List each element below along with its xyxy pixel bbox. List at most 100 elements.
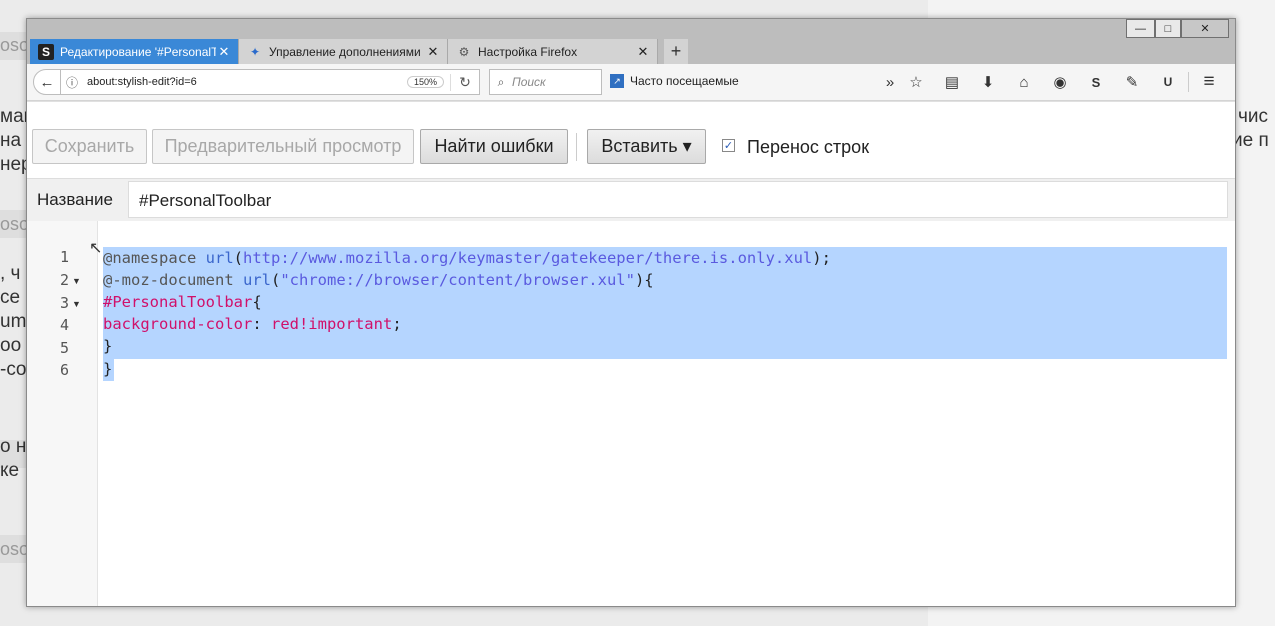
punctuation: } (103, 337, 113, 355)
preview-button[interactable]: Предварительный просмотр (152, 129, 414, 164)
maximize-button[interactable]: □ (1155, 19, 1181, 38)
selector-token: #PersonalToolbar (103, 293, 253, 311)
find-errors-button[interactable]: Найти ошибки (420, 129, 568, 164)
overflow-chevron-icon[interactable]: » (882, 74, 898, 91)
code-line-2[interactable]: @-moz-document url("chrome://browser/con… (103, 269, 654, 291)
background-text: -co (0, 359, 27, 380)
at-rule: @namespace (103, 249, 206, 267)
background-text: oso (0, 35, 30, 55)
url-bar[interactable]: ⓘ about:stylish-edit?id=6 150% ↻ (60, 69, 480, 95)
word-wrap-label[interactable]: Перенос строк (747, 137, 869, 158)
window-controls: — □ ✕ (1126, 19, 1234, 39)
background-text: , ч (0, 263, 21, 284)
code-line-3[interactable]: #PersonalToolbar{ (103, 291, 262, 313)
search-input[interactable]: ⌕ Поиск (489, 69, 602, 95)
navigation-bar: ← ⓘ about:stylish-edit?id=6 150% ↻ ⌕ Пои… (27, 64, 1235, 101)
stylish-icon: S (38, 43, 54, 60)
extension-icon[interactable]: ✎ (1114, 73, 1150, 91)
value-token: red!important (270, 315, 393, 333)
line-number: 6 (59, 361, 69, 379)
tab-strip: S Редактирование '#PersonalT ✕ ✦ Управле… (27, 19, 1235, 64)
gear-icon: ⚙ (458, 44, 470, 59)
search-icon: ⌕ (497, 74, 505, 89)
at-rule: @-moz-document (103, 271, 243, 289)
punctuation: ( (270, 271, 281, 289)
punctuation: ( (233, 249, 243, 267)
punctuation: ){ (634, 271, 654, 289)
line-number: 1 (59, 248, 69, 266)
toolbar-icons: » ☆ ▤ ⬇ ⌂ ◉ S ✎ U ≡ (882, 70, 1227, 94)
info-icon[interactable]: ⓘ (61, 74, 83, 91)
bookmark-label: Часто посещаемые (630, 74, 739, 88)
function-token: url (242, 271, 271, 289)
line-number: 4 (59, 316, 69, 334)
tab-label: Управление дополнениями (269, 44, 421, 59)
property-token: background-color (103, 315, 253, 333)
code-line-4[interactable]: background-color: red!important; (103, 313, 402, 335)
background-text: oso (0, 214, 30, 234)
background-text: oo (0, 335, 22, 356)
close-icon[interactable]: ✕ (216, 44, 232, 60)
name-row: Название #PersonalToolbar (27, 178, 1235, 222)
bookmark-icon: ↗ (610, 74, 624, 88)
browser-window: S Редактирование '#PersonalT ✕ ✦ Управле… (26, 18, 1236, 607)
back-button[interactable]: ← (33, 69, 61, 95)
insert-dropdown-button[interactable]: Вставить ▾ (587, 129, 706, 164)
punctuation: ); (812, 249, 831, 267)
bookmark-most-visited[interactable]: ↗ Часто посещаемые (610, 74, 739, 88)
save-button[interactable]: Сохранить (32, 129, 147, 164)
toolbar-separator (576, 133, 577, 161)
background-text: на (0, 130, 22, 151)
search-placeholder: Поиск (512, 75, 546, 89)
stylish-icon[interactable]: S (1078, 75, 1114, 90)
fold-arrow-icon[interactable]: ▼ (72, 276, 81, 286)
reading-list-icon[interactable]: ▤ (934, 73, 970, 91)
string-token: http://www.mozilla.org/keymaster/gatekee… (243, 249, 813, 267)
background-text: oso (0, 539, 30, 559)
punctuation: { (252, 293, 262, 311)
tab-customize[interactable]: ⚙ Настройка Firefox ✕ (448, 39, 658, 64)
tab-addons[interactable]: ✦ Управление дополнениями ✕ (239, 39, 448, 64)
minimize-button[interactable]: — (1126, 19, 1155, 38)
new-tab-button[interactable]: + (664, 39, 688, 64)
zoom-indicator[interactable]: 150% (406, 76, 444, 88)
line-gutter: 1 2 ▼ 3 ▼ 4 5 6 (27, 221, 98, 606)
background-text: ие п (1232, 130, 1269, 151)
ublock-icon[interactable]: U (1150, 75, 1186, 89)
background-text: о н (0, 436, 27, 457)
toolbar-separator (1188, 72, 1189, 92)
star-icon[interactable]: ☆ (898, 73, 934, 91)
reload-icon[interactable]: ↻ (450, 73, 479, 91)
close-window-button[interactable]: ✕ (1181, 19, 1229, 38)
line-number: 2 (59, 271, 69, 289)
mouse-cursor-icon: ↖ (89, 240, 103, 257)
code-line-1[interactable]: @namespace url(http://www.mozilla.org/ke… (103, 247, 831, 269)
function-token: url (205, 249, 234, 267)
code-line-6[interactable]: } (103, 358, 112, 380)
code-editor[interactable]: 1 2 ▼ 3 ▼ 4 5 6 ↖ @namespace url(http://… (27, 221, 1235, 606)
home-icon[interactable]: ⌂ (1006, 74, 1042, 91)
close-icon[interactable]: ✕ (425, 44, 441, 60)
background-text: чис (1238, 106, 1269, 127)
close-icon[interactable]: ✕ (635, 44, 651, 60)
name-input[interactable]: #PersonalToolbar (128, 181, 1228, 218)
punctuation: : (252, 315, 271, 333)
url-text[interactable]: about:stylish-edit?id=6 (83, 76, 407, 88)
editor-toolbar: Сохранить Предварительный просмотр Найти… (27, 101, 1235, 179)
line-number: 3 (59, 294, 69, 312)
tab-label: Настройка Firefox (478, 44, 578, 59)
pocket-icon[interactable]: ◉ (1042, 73, 1078, 91)
punctuation: } (103, 360, 113, 378)
line-number: 5 (59, 339, 69, 357)
name-label: Название (37, 190, 113, 209)
puzzle-icon: ✦ (249, 44, 261, 59)
tab-stylish-edit[interactable]: S Редактирование '#PersonalT ✕ (30, 39, 239, 64)
tab-label: Редактирование '#PersonalT (60, 44, 216, 59)
download-icon[interactable]: ⬇ (970, 73, 1006, 91)
background-text: ке (0, 460, 20, 481)
code-line-5[interactable]: } (103, 335, 112, 357)
fold-arrow-icon[interactable]: ▼ (72, 299, 81, 309)
word-wrap-checkbox[interactable]: ✓ (722, 139, 735, 152)
background-text: ce (0, 287, 21, 308)
menu-icon[interactable]: ≡ (1191, 71, 1227, 93)
